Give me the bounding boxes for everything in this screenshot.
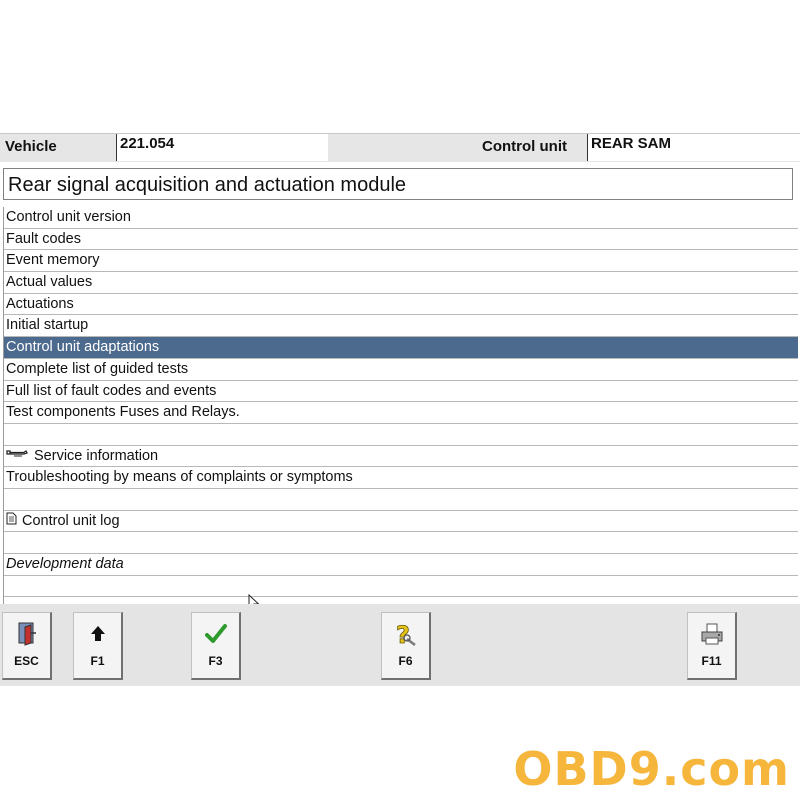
header-bar: Vehicle 221.054 Control unit REAR SAM <box>0 133 800 162</box>
control-unit-value: REAR SAM <box>587 134 800 161</box>
f3-label: F3 <box>208 654 223 668</box>
menu-item-empty <box>4 576 798 598</box>
menu-item-control-unit-version[interactable]: Control unit version <box>4 207 798 229</box>
menu-item-initial-startup[interactable]: Initial startup <box>4 315 798 338</box>
menu-item-label: Control unit log <box>22 512 120 529</box>
f11-label: F11 <box>701 654 722 668</box>
menu-item-actual-values[interactable]: Actual values <box>4 272 798 294</box>
menu-item-event-memory[interactable]: Event memory <box>4 250 798 273</box>
document-icon <box>6 511 22 532</box>
f11-button[interactable]: F11 <box>687 612 737 680</box>
menu-item-label: Control unit version <box>6 209 131 225</box>
exit-door-icon <box>3 621 50 649</box>
menu-item-troubleshooting[interactable]: Troubleshooting by means of complaints o… <box>4 467 798 489</box>
menu-item-label: Development data <box>6 556 124 572</box>
menu-item-full-fault-list[interactable]: Full list of fault codes and events <box>4 381 798 403</box>
menu-item-label: Test components Fuses and Relays. <box>6 404 240 421</box>
menu-item-label: Initial startup <box>6 317 89 334</box>
vehicle-label: Vehicle <box>5 138 57 155</box>
menu-item-control-unit-adaptations[interactable]: Control unit adaptations <box>4 337 798 359</box>
printer-icon <box>688 621 735 649</box>
menu-item-control-unit-log[interactable]: Control unit log <box>4 511 798 533</box>
help-question-icon: ? <box>382 621 429 649</box>
esc-button[interactable]: ESC <box>2 612 52 680</box>
menu-item-label: Full list of fault codes and events <box>6 382 217 399</box>
f1-button[interactable]: F1 <box>73 612 123 680</box>
menu-item-test-components[interactable]: Test components Fuses and Relays. <box>4 402 798 424</box>
menu-item-fault-codes[interactable]: Fault codes <box>4 229 798 251</box>
menu-item-label: Fault codes <box>6 230 81 247</box>
menu-item-label: Actuations <box>6 295 74 312</box>
arrow-up-icon <box>74 621 121 649</box>
function-key-toolbar: ESC F1 F3 ? F6 F11 <box>0 604 800 686</box>
f6-button[interactable]: ? F6 <box>381 612 431 680</box>
menu-item-development-data[interactable]: Development data <box>4 554 798 576</box>
menu-item-label: Actual values <box>6 274 93 291</box>
menu-item-label: Complete list of guided tests <box>6 360 189 377</box>
checkmark-icon <box>192 621 239 649</box>
f3-button[interactable]: F3 <box>191 612 241 680</box>
esc-label: ESC <box>14 654 39 668</box>
watermark-logo: OBD9.com <box>513 742 790 796</box>
menu-item-guided-tests[interactable]: Complete list of guided tests <box>4 359 798 381</box>
menu-item-label: Service information <box>34 447 159 464</box>
menu-list: Control unit version Fault codes Event m… <box>3 207 798 604</box>
menu-item-actuations[interactable]: Actuations <box>4 294 798 316</box>
menu-item-label: Control unit adaptations <box>6 339 160 356</box>
wrench-icon <box>6 446 34 467</box>
control-unit-label: Control unit <box>482 138 567 155</box>
module-title: Rear signal acquisition and actuation mo… <box>3 168 793 200</box>
menu-item-empty <box>4 532 798 554</box>
menu-item-service-information[interactable]: Service information <box>4 446 798 468</box>
menu-item-label: Event memory <box>6 252 100 269</box>
menu-item-empty <box>4 424 798 446</box>
menu-item-label: Troubleshooting by means of complaints o… <box>6 469 353 486</box>
vehicle-value: 221.054 <box>116 134 328 161</box>
f1-label: F1 <box>90 654 105 668</box>
menu-item-empty <box>4 489 798 511</box>
f6-label: F6 <box>398 654 413 668</box>
